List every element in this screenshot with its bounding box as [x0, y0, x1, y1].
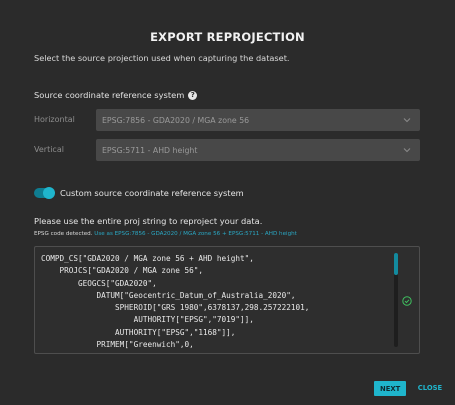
custom-crs-toggle-row: Custom source coordinate reference syste… — [34, 187, 244, 199]
use-epsg-link[interactable]: Use as EPSG:7856 - GDA2020 / MGA zone 56… — [94, 231, 297, 237]
vertical-label: Vertical — [34, 145, 64, 154]
chevron-down-icon — [403, 118, 411, 123]
custom-crs-toggle[interactable] — [34, 187, 55, 199]
source-crs-label: Source coordinate reference system — [34, 90, 185, 100]
dialog-title: EXPORT REPROJECTION — [150, 30, 305, 44]
proj-string-line: PRIMEM["Greenwich",0, — [41, 340, 194, 350]
proj-string-textarea[interactable]: COMPD_CS["GDA2020 / MGA zone 56 + AHD he… — [34, 246, 420, 354]
vertical-crs-value: EPSG:5711 - AHD height — [102, 145, 198, 155]
horizontal-label: Horizontal — [34, 115, 75, 124]
toggle-knob — [43, 187, 55, 199]
check-circle-icon — [402, 296, 412, 306]
scrollbar[interactable] — [394, 253, 398, 347]
proj-string-text: COMPD_CS["GDA2020 / MGA zone 56 + AHD he… — [41, 253, 389, 351]
epsg-detected-line: EPSG code detected. Use as EPSG:7856 - G… — [34, 231, 297, 237]
proj-string-line: AUTHORITY["EPSG","7019"]], — [41, 315, 254, 325]
custom-crs-label: Custom source coordinate reference syste… — [60, 188, 244, 198]
close-button[interactable]: CLOSE — [414, 381, 446, 396]
vertical-crs-select[interactable]: EPSG:5711 - AHD height — [96, 139, 420, 161]
proj-string-line: SPHEROID["GRS 1980",6378137,298.25722210… — [41, 303, 310, 313]
horizontal-crs-select[interactable]: EPSG:7856 - GDA2020 / MGA zone 56 — [96, 109, 420, 131]
proj-string-line: AUTHORITY["EPSG","1168"]], — [41, 327, 236, 337]
epsg-detected-text: EPSG code detected. — [34, 231, 93, 237]
horizontal-crs-value: EPSG:7856 - GDA2020 / MGA zone 56 — [102, 115, 250, 125]
proj-string-line: GEOGCS["GDA2020", — [41, 278, 157, 288]
proj-string-line: PROJCS["GDA2020 / MGA zone 56", — [41, 266, 204, 276]
proj-instruction: Please use the entire proj string to rep… — [34, 216, 263, 226]
dialog-subtitle: Select the source projection used when c… — [34, 53, 290, 63]
scrollbar-thumb[interactable] — [394, 253, 398, 275]
question-circle-icon[interactable]: ? — [188, 90, 198, 100]
source-crs-label-row: Source coordinate reference system ? — [34, 90, 198, 100]
proj-string-line: COMPD_CS["GDA2020 / MGA zone 56 + AHD he… — [41, 254, 254, 263]
next-button[interactable]: NEXT — [374, 381, 406, 396]
chevron-down-icon — [403, 148, 411, 153]
proj-string-line: DATUM["Geocentric_Datum_of_Australia_202… — [41, 290, 296, 300]
